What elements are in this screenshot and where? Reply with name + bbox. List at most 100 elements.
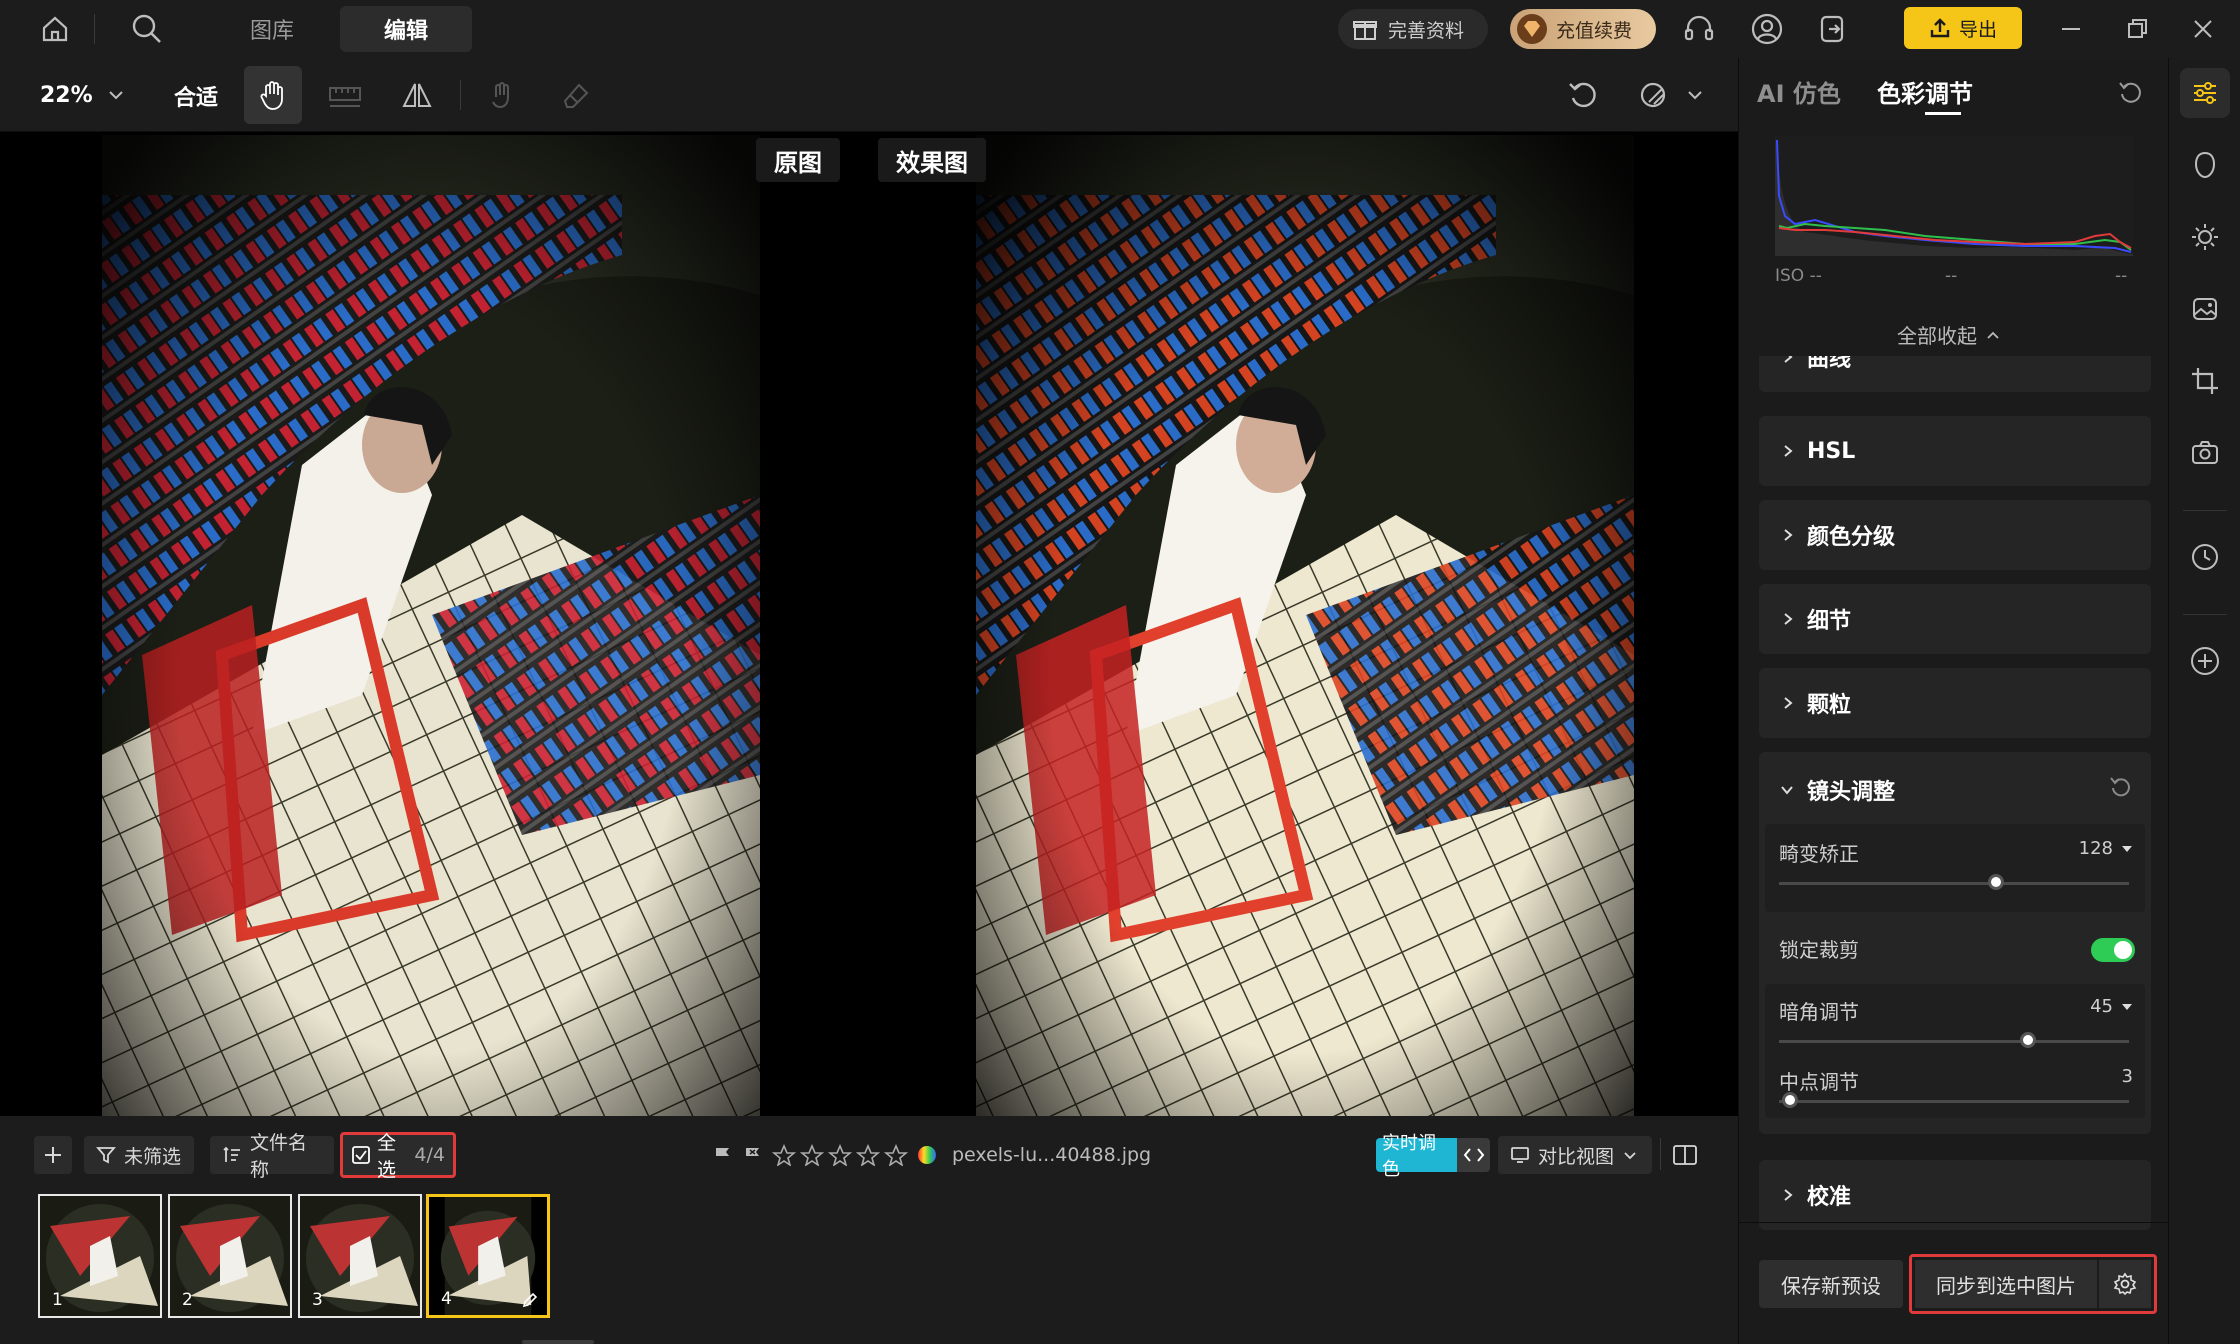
top-bar: 图库 编辑 完善资料 充值续费 导出 [0, 0, 2240, 58]
section-hsl[interactable]: HSL [1759, 416, 2151, 486]
midpoint-slider-knob[interactable] [1781, 1092, 1798, 1108]
reject-flag-icon[interactable] [742, 1144, 764, 1166]
tab-edit[interactable]: 编辑 [340, 6, 472, 52]
zoom-select[interactable]: 22% [40, 78, 125, 112]
section-calibration[interactable]: 校准 [1759, 1160, 2151, 1230]
select-count: 4/4 [414, 1144, 445, 1166]
vignette-slider[interactable] [1779, 1040, 2129, 1043]
restore-icon[interactable] [2114, 6, 2160, 52]
sort-icon [222, 1145, 242, 1165]
sync-button[interactable]: 同步到选中图片 [1915, 1260, 2097, 1308]
lock-crop-label: 锁定裁剪 [1779, 938, 1859, 962]
histogram: ISO -- -- -- [1775, 136, 2133, 316]
midpoint-label: 中点调节 [1779, 1070, 1859, 1094]
select-all-label: 全选 [377, 1132, 397, 1181]
flag-icon[interactable] [712, 1144, 734, 1166]
thumbnail-number: 2 [182, 1290, 193, 1310]
distortion-value[interactable]: 128 [2079, 838, 2133, 859]
tab-color-adjust[interactable]: 色彩调节 [1877, 74, 1973, 109]
reset-icon[interactable] [2117, 78, 2145, 106]
tab-library[interactable]: 图库 [220, 6, 324, 52]
add-circle-icon[interactable] [2180, 636, 2230, 686]
star-icon [856, 1144, 880, 1166]
realtime-toggle[interactable]: 实时调色 [1376, 1133, 1490, 1180]
rating-flags: pexels-lu...40488.jpg [712, 1144, 1151, 1166]
portrait-icon[interactable] [2180, 140, 2230, 190]
section-grain[interactable]: 颗粒 [1759, 668, 2151, 738]
headset-icon[interactable] [1676, 6, 1722, 52]
hand-tool-icon[interactable] [244, 66, 302, 124]
section-color-grading-label: 颜色分级 [1807, 525, 1896, 550]
section-curves[interactable]: 曲线 [1759, 356, 2151, 392]
section-lens-header[interactable]: 镜头调整 [1779, 774, 1895, 806]
sync-settings-icon[interactable] [2099, 1260, 2151, 1308]
section-curves-label: 曲线 [1807, 356, 1852, 372]
photo-canvas[interactable]: 原图 效果图 [0, 132, 1738, 1116]
divider [460, 80, 461, 110]
section-color-grading[interactable]: 颜色分级 [1759, 500, 2151, 570]
thumbnail[interactable]: 1 [38, 1194, 162, 1318]
select-all-checkbox[interactable]: 全选 4/4 [340, 1132, 456, 1181]
add-icon[interactable] [34, 1136, 72, 1174]
midpoint-value[interactable]: 3 [2122, 1066, 2133, 1087]
export-button[interactable]: 导出 [1904, 7, 2022, 49]
collapse-all-button[interactable]: 全部收起 [1897, 320, 2001, 349]
export-label: 导出 [1958, 18, 1997, 41]
logout-icon[interactable] [1810, 6, 1856, 52]
histogram-right: -- [2115, 266, 2128, 286]
search-icon[interactable] [124, 6, 170, 52]
zoom-value: 22% [40, 82, 93, 108]
history-icon[interactable] [2180, 532, 2230, 582]
tab-ai-color[interactable]: AI 仿色 [1757, 74, 1841, 109]
overlay-mode-icon[interactable] [1626, 66, 1684, 124]
split-view-icon[interactable] [1668, 1136, 1702, 1174]
flip-icon[interactable] [388, 66, 446, 124]
caret-down-icon [2121, 844, 2133, 854]
close-icon[interactable] [2180, 6, 2226, 52]
color-label-icon[interactable] [916, 1144, 938, 1166]
undo-icon[interactable] [1554, 66, 1612, 124]
section-hsl-label: HSL [1807, 438, 1856, 464]
filmstrip-scrollbar[interactable] [522, 1340, 594, 1344]
fit-button[interactable]: 合适 [174, 80, 218, 112]
adjust-sliders-icon[interactable] [2180, 68, 2230, 118]
vignette-value[interactable]: 45 [2090, 996, 2133, 1017]
sort-button[interactable]: 文件名称 [210, 1132, 334, 1181]
lens-reset-icon[interactable] [2109, 774, 2133, 798]
vignette-label: 暗角调节 [1779, 1000, 1859, 1024]
lock-crop-toggle[interactable] [2091, 938, 2135, 962]
thumbnail[interactable]: 2 [168, 1194, 292, 1318]
camera-icon[interactable] [2180, 428, 2230, 478]
complete-profile-button[interactable]: 完善资料 [1338, 9, 1488, 49]
collapse-all-label: 全部收起 [1897, 324, 1977, 348]
filter-button[interactable]: 未筛选 [84, 1136, 194, 1174]
image-edit-icon[interactable] [2180, 284, 2230, 334]
sync-group: 同步到选中图片 [1909, 1254, 2157, 1314]
crop-icon[interactable] [2180, 356, 2230, 406]
light-icon[interactable] [2180, 212, 2230, 262]
compare-view-select[interactable]: 对比视图 [1498, 1136, 1652, 1174]
file-name: pexels-lu...40488.jpg [952, 1144, 1152, 1166]
recharge-button[interactable]: 充值续费 [1510, 9, 1656, 49]
section-lens: 镜头调整 畸变矫正 128 锁定裁剪 暗角调节 45 中点调节 3 [1759, 752, 2151, 1134]
star-rating[interactable] [772, 1144, 908, 1166]
result-label: 效果图 [878, 138, 986, 182]
thumbnail-selected[interactable]: 4 [426, 1194, 550, 1318]
tool-strip [2168, 58, 2240, 1344]
user-icon[interactable] [1744, 6, 1790, 52]
chevron-down-icon [1622, 1147, 1638, 1163]
distortion-slider-knob[interactable] [1988, 874, 2004, 890]
save-preset-button[interactable]: 保存新预设 [1759, 1260, 1903, 1308]
chevron-down-icon [107, 86, 125, 104]
section-detail[interactable]: 细节 [1759, 584, 2151, 654]
midpoint-slider[interactable] [1779, 1100, 2129, 1103]
thumbnail[interactable]: 3 [298, 1194, 422, 1318]
gift-icon [1352, 16, 1378, 42]
minimize-icon[interactable] [2048, 6, 2094, 52]
vignette-slider-knob[interactable] [2019, 1032, 2036, 1048]
chevron-right-icon [1781, 443, 1795, 459]
home-icon[interactable] [32, 6, 78, 52]
chevron-down-icon[interactable] [1686, 86, 1704, 104]
distortion-slider[interactable] [1779, 882, 2129, 885]
star-icon [800, 1144, 824, 1166]
